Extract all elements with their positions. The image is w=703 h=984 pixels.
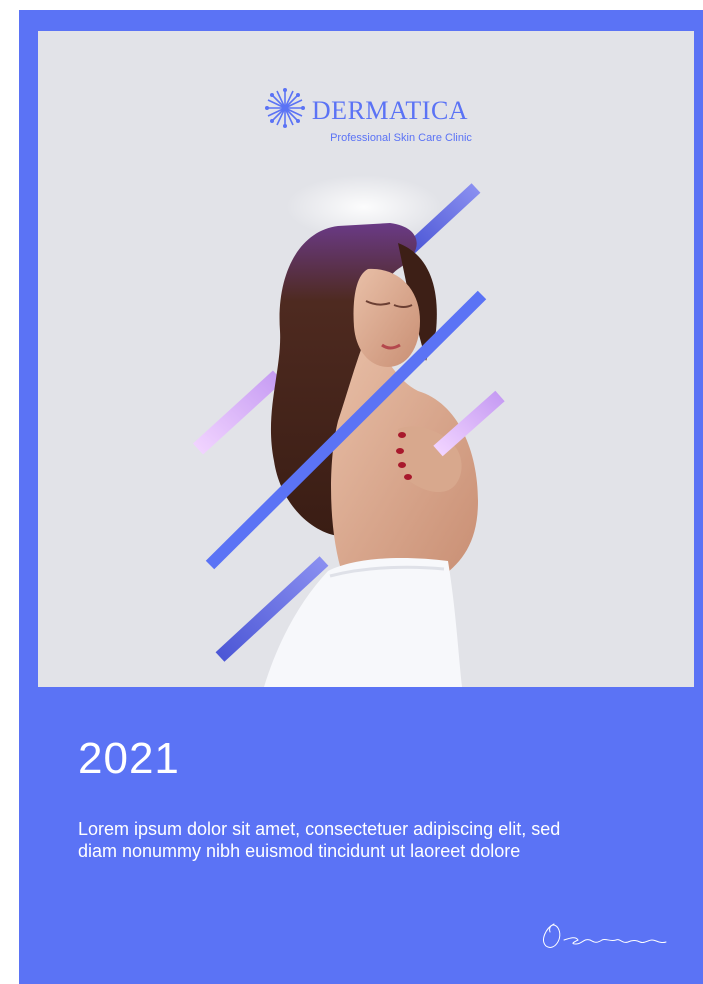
body-text: Lorem ipsum dolor sit amet, consectetuer… [78, 819, 561, 861]
headline-year: 2021 [78, 734, 180, 783]
poster: DERMATICA Professional Skin Care Clinic [19, 10, 703, 984]
bar-lilac-left [192, 370, 284, 455]
skirt [264, 558, 462, 687]
photo-panel: DERMATICA Professional Skin Care Clinic [38, 31, 694, 687]
signature-script [543, 923, 667, 948]
model-artwork [192, 175, 505, 687]
